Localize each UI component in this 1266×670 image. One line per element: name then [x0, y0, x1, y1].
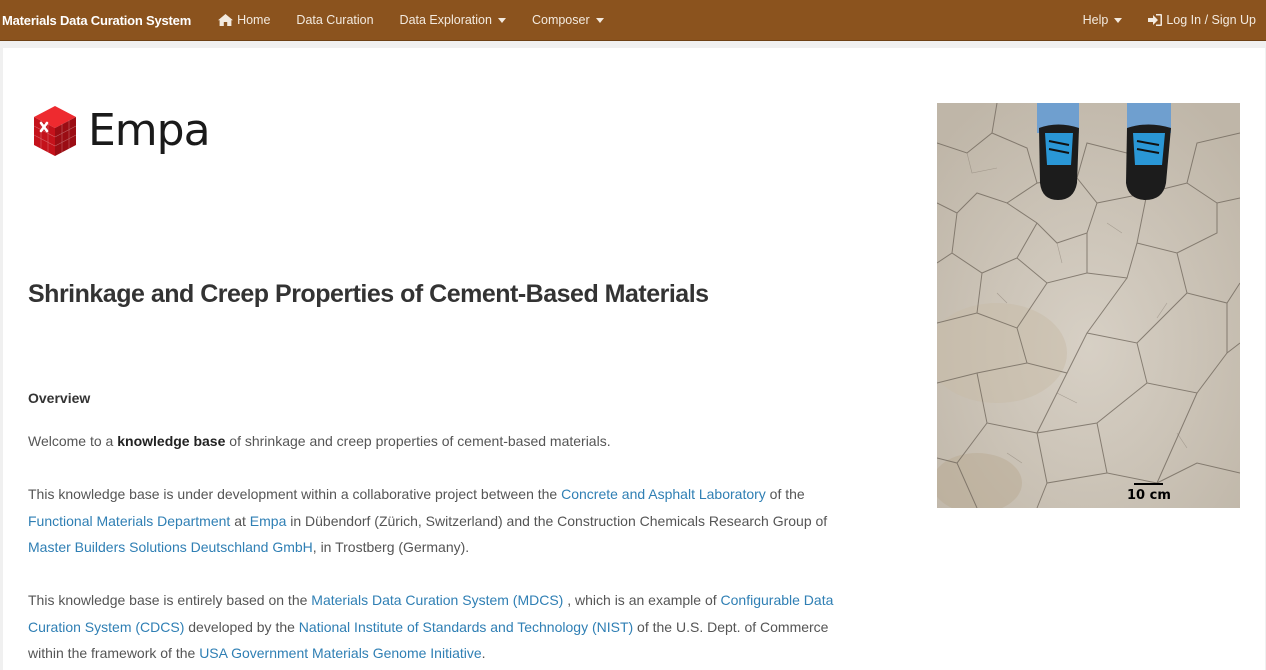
text-segment: developed by the	[184, 618, 299, 635]
caret-down-icon	[1114, 18, 1123, 23]
nav-composer-label: Composer	[531, 13, 590, 27]
nav-help-label: Help	[1082, 13, 1109, 27]
text-segment: , which is an example of	[563, 592, 721, 608]
text-segment: , in Trostberg (Germany).	[312, 539, 470, 555]
nav-composer[interactable]: Composer	[519, 0, 617, 41]
text-segment: This knowledge base is entirely based on…	[28, 592, 312, 608]
cracked-ground-image	[937, 103, 1240, 508]
link-empa[interactable]: Empa	[250, 513, 287, 529]
empa-logo: Empa	[30, 104, 211, 158]
text-segment: This knowledge base is under development…	[28, 486, 562, 502]
caret-down-icon	[497, 18, 506, 23]
top-navbar: Materials Data Curation System Home Data…	[0, 0, 1266, 41]
text-segment: at	[230, 512, 250, 529]
link-nist[interactable]: National Institute of Standards and Tech…	[299, 619, 633, 635]
scale-bar	[1134, 483, 1163, 485]
navbar-right: Help Log In / Sign Up	[1070, 0, 1266, 41]
brand-link[interactable]: Materials Data Curation System	[0, 13, 191, 28]
empa-wordmark: Empa	[88, 105, 211, 156]
mdcs-paragraph: This knowledge base is entirely based on…	[28, 587, 843, 667]
link-master-builders[interactable]: Master Builders Solutions Deutschland Gm…	[28, 539, 313, 555]
link-concrete-asphalt-lab[interactable]: Concrete and Asphalt Laboratory	[561, 486, 766, 502]
empa-cube-icon	[33, 106, 77, 156]
nav-login-label: Log In / Sign Up	[1166, 13, 1256, 27]
text-segment: .	[481, 645, 486, 661]
nav-help[interactable]: Help	[1070, 0, 1136, 41]
link-mdcs[interactable]: Materials Data Curation System (MDCS)	[311, 592, 563, 608]
link-functional-materials-dept[interactable]: Functional Materials Department	[28, 513, 230, 529]
sign-in-icon	[1148, 14, 1163, 26]
nav-data-curation[interactable]: Data Curation	[283, 0, 386, 41]
cracked-surface-photo: 10 cm	[937, 103, 1240, 508]
project-paragraph: This knowledge base is under development…	[28, 481, 843, 561]
welcome-text-start: Welcome to a	[28, 433, 118, 449]
nav-login[interactable]: Log In / Sign Up	[1135, 0, 1266, 41]
knowledge-base-emphasis: knowledge base	[117, 433, 226, 449]
text-segment: of the	[765, 486, 805, 502]
nav-home[interactable]: Home	[205, 0, 283, 41]
nav-home-label: Home	[237, 13, 271, 27]
home-icon	[218, 14, 234, 26]
text-segment: in Dübendorf (Zürich, Switzerland) and t…	[286, 512, 828, 529]
nav-data-curation-label: Data Curation	[296, 13, 374, 27]
welcome-text-end: of shrinkage and creep properties of cem…	[225, 433, 611, 449]
page-title: Shrinkage and Creep Properties of Cement…	[28, 280, 709, 308]
link-materials-genome-initiative[interactable]: USA Government Materials Genome Initiati…	[199, 645, 481, 661]
nav-data-exploration[interactable]: Data Exploration	[387, 0, 519, 41]
scale-bar-label: 10 cm	[1127, 488, 1171, 503]
nav-data-exploration-label: Data Exploration	[399, 13, 492, 27]
overview-heading: Overview	[28, 390, 91, 406]
welcome-paragraph: Welcome to a knowledge base of shrinkage…	[28, 428, 843, 455]
caret-down-icon	[595, 18, 604, 23]
